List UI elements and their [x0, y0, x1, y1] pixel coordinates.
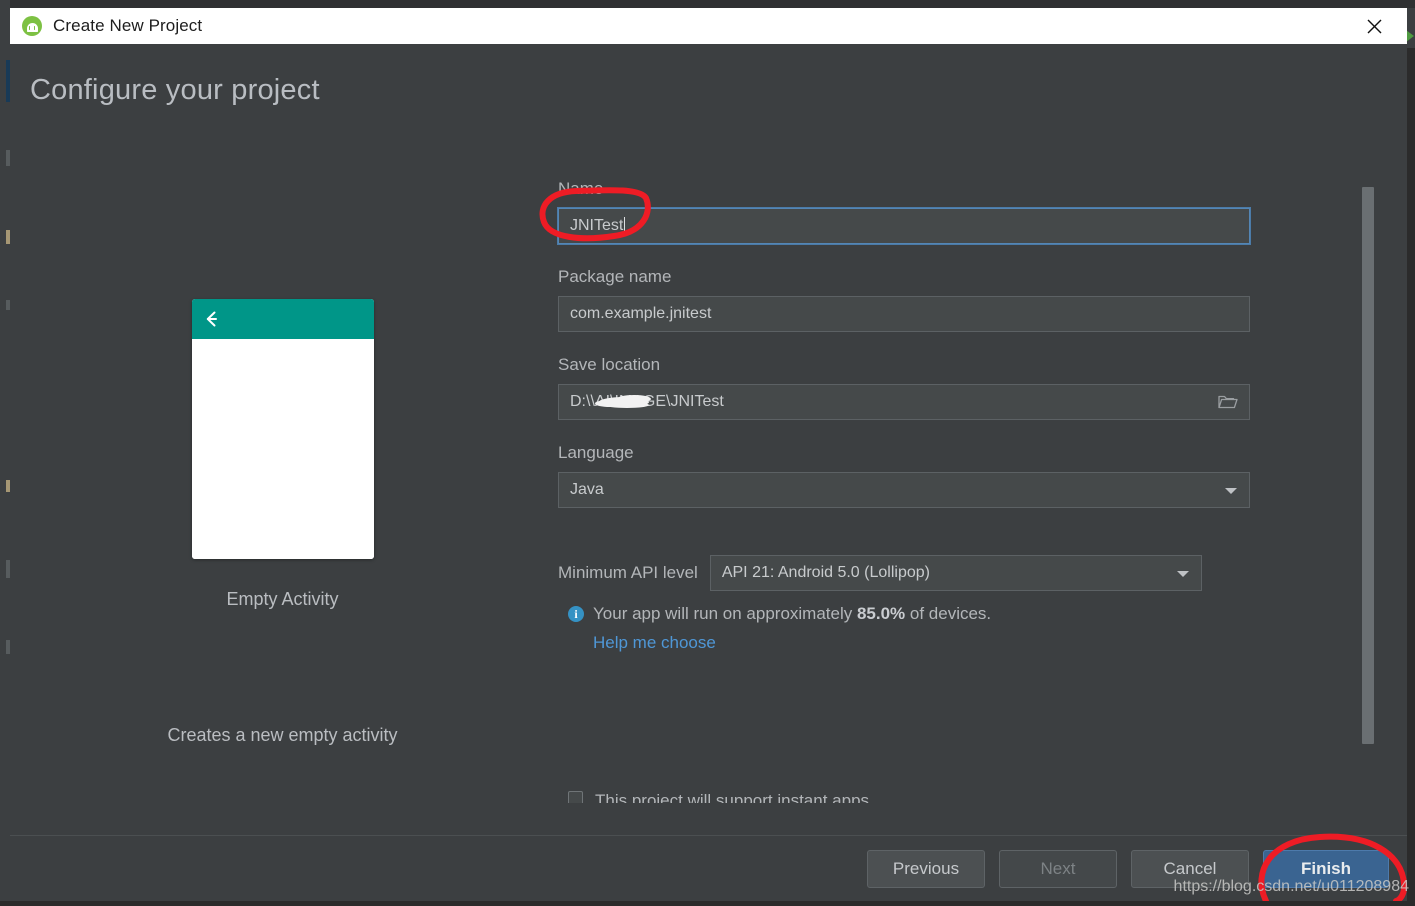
template-name: Empty Activity — [226, 589, 339, 609]
form-scrollbar-thumb[interactable] — [1362, 187, 1374, 744]
back-arrow-icon — [206, 311, 226, 327]
device-text-after: of devices. — [905, 604, 992, 623]
language-value: Java — [570, 481, 604, 498]
min-api-dropdown[interactable]: API 21: Android 5.0 (Lollipop) — [709, 555, 1202, 591]
dialog-body: Configure your project Empty Activity Cr… — [10, 44, 1407, 835]
preview-content-area — [191, 339, 374, 559]
page-title: Configure your project — [30, 74, 320, 106]
device-text-before: Your app will run on approximately — [593, 604, 857, 623]
dialog-titlebar: Create New Project — [10, 8, 1407, 44]
desktop-right-strip — [1406, 8, 1415, 48]
chevron-down-icon — [1176, 571, 1189, 577]
activity-preview-thumbnail — [191, 299, 374, 559]
template-preview-panel: Empty Activity Creates a new empty activ… — [10, 299, 555, 746]
language-field-group: Language Java — [558, 443, 1258, 508]
previous-button[interactable]: Previous — [867, 849, 985, 888]
project-config-form: Name JNITest Package name com.example.jn… — [557, 179, 1258, 653]
preview-appbar — [191, 299, 374, 339]
finish-button[interactable]: Finish — [1263, 849, 1389, 888]
template-description: Creates a new empty activity — [167, 725, 398, 745]
device-support-text: Your app will run on approximately 85.0%… — [593, 604, 991, 624]
save-location-field-group: Save location D:\\AI\IMAGE\JNITest — [558, 355, 1258, 420]
android-studio-icon — [22, 16, 42, 36]
min-api-field-group: Minimum API level API 21: Android 5.0 (L… — [558, 555, 1258, 591]
package-name-value: com.example.jnitest — [570, 305, 712, 322]
language-dropdown[interactable]: Java — [558, 472, 1250, 508]
dialog-footer: Previous Next Cancel Finish — [10, 835, 1407, 901]
folder-icon[interactable] — [1218, 394, 1238, 410]
chevron-down-icon — [1225, 488, 1237, 494]
save-location-value: D:\\AI\IMAGE\JNITest — [570, 393, 724, 410]
info-icon: i — [568, 606, 584, 622]
desktop-left-strip — [0, 0, 10, 901]
cancel-button[interactable]: Cancel — [1131, 849, 1249, 888]
save-location-label: Save location — [558, 355, 661, 374]
package-name-input[interactable]: com.example.jnitest — [558, 296, 1250, 332]
window-title: Create New Project — [53, 16, 203, 35]
min-api-value: API 21: Android 5.0 (Lollipop) — [721, 564, 930, 581]
min-api-label: Minimum API level — [558, 563, 698, 582]
device-percent: 85.0% — [856, 604, 906, 623]
language-label: Language — [558, 443, 634, 462]
close-button[interactable] — [1351, 8, 1397, 44]
instant-apps-checkbox-row[interactable]: This project will support instant apps — [568, 791, 1258, 803]
package-name-label: Package name — [558, 267, 672, 286]
instant-apps-checkbox[interactable] — [568, 791, 583, 803]
text-cursor — [624, 217, 626, 235]
device-support-info: i Your app will run on approximately 85.… — [568, 604, 1258, 624]
form-scrollbar-track[interactable] — [1362, 174, 1374, 835]
instant-apps-label: This project will support instant apps — [595, 791, 870, 803]
next-button: Next — [999, 849, 1117, 888]
name-label: Name — [558, 179, 604, 198]
create-new-project-dialog: Create New Project Configure your projec… — [10, 8, 1407, 901]
save-location-input[interactable]: D:\\AI\IMAGE\JNITest — [558, 384, 1250, 420]
name-input[interactable]: JNITest — [557, 207, 1251, 245]
run-triangle-icon — [1406, 30, 1414, 42]
name-input-value: JNITest — [570, 217, 624, 234]
name-field-group: Name JNITest — [557, 179, 1258, 245]
help-me-choose-link[interactable]: Help me choose — [593, 633, 716, 653]
package-name-field-group: Package name com.example.jnitest — [558, 267, 1258, 332]
